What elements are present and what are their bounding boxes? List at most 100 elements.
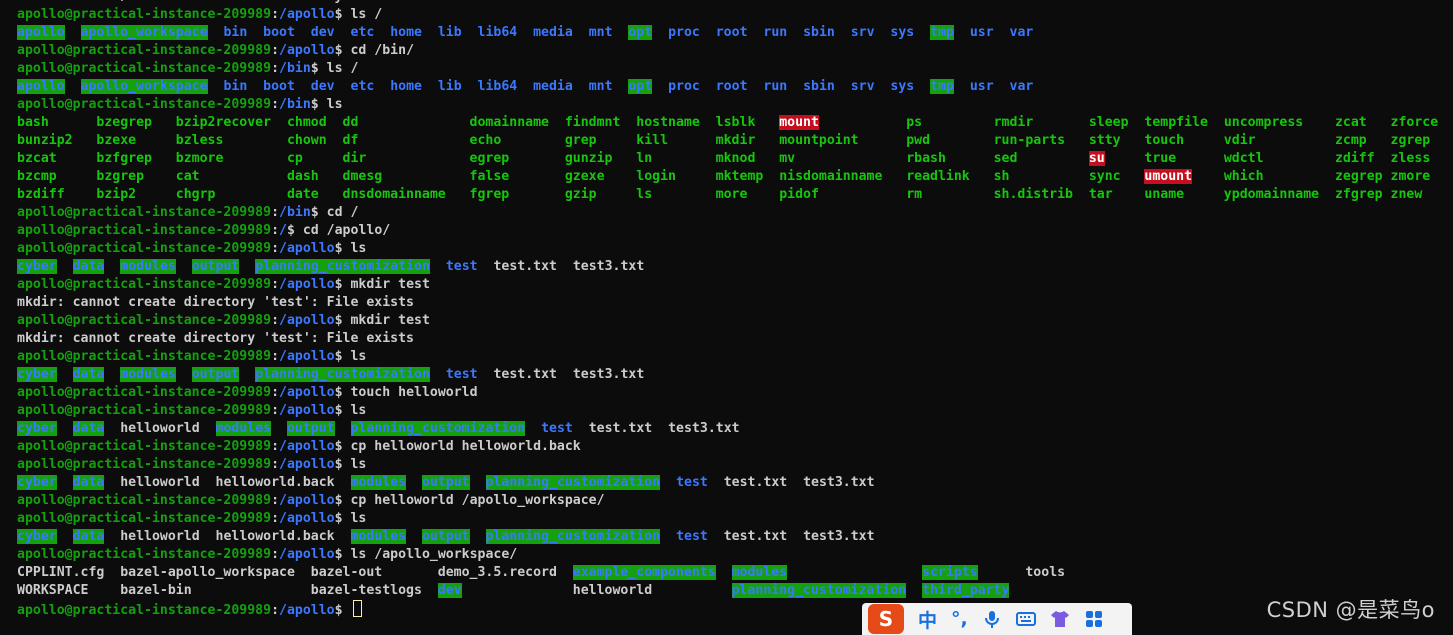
terminal-segment: /apollo [279,457,335,472]
terminal-segment: /bin [279,205,311,220]
terminal-segment: bunzip2 bzexe bzless chown df echo grep … [17,133,1431,148]
terminal-segment [57,421,73,436]
terminal-segment: output [191,259,240,274]
terminal-segment: / [279,223,287,238]
terminal-segment: : [271,223,280,238]
terminal-segment [65,79,81,94]
terminal-segment [104,259,120,274]
terminal-segment: : [271,61,280,76]
terminal-segment: /apollo [279,277,335,292]
terminal-line: apollo@practical-instance-209989:/bin$ l… [17,60,1438,78]
terminal-segment: apollo@practical-instance-209989 [17,205,272,220]
terminal-segment: mount [779,115,819,130]
terminal-cursor [352,600,362,617]
terminal-line: bunzip2 bzexe bzless chown df echo grep … [17,132,1438,150]
terminal-segment: output [421,529,470,544]
terminal-line: apollo@practical-instance-209989:/apollo… [17,492,1438,510]
terminal-segment: data [72,367,105,382]
terminal-line: cyber data helloworld modules output pla… [17,420,1438,438]
terminal-segment: $ cp helloworld helloworld.back [334,439,581,454]
terminal-segment: test.txt test3.txt [477,367,645,382]
terminal-line: bzcmp bzgrep cat dash dmesg false gzexe … [17,168,1438,186]
microphone-icon[interactable] [982,609,1002,629]
terminal-segment: /apollo [279,403,335,418]
terminal-segment [57,475,73,490]
terminal-segment [406,529,422,544]
terminal-segment: $ touch helloworld [334,385,478,400]
terminal-segment [470,475,486,490]
terminal-segment: third_party [922,583,1010,598]
terminal-line: apollo@practical-instance-209989:/apollo… [17,510,1438,528]
terminal-segment: apollo@practical-instance-209989 [17,43,272,58]
terminal-segment: : [271,439,280,454]
terminal-segment: modules [120,367,176,382]
terminal-segment: helloworld helloworld.back [104,529,351,544]
terminal-segment: test [445,259,478,274]
ime-punct-toggle[interactable]: °, [951,608,968,630]
terminal-segment: /apollo [279,313,335,328]
terminal-segment: $ ls / [334,7,383,22]
terminal-segment: modules [350,529,407,544]
terminal-segment: $ cd / [310,205,359,220]
terminal-line: apollo@practical-instance-209989:/apollo… [17,276,1438,294]
terminal-segment: umount [1144,169,1193,184]
terminal-segment: : [271,349,280,364]
terminal-segment: tools [977,565,1066,580]
terminal-segment: apollo@practical-instance-209989 [17,349,272,364]
terminal-segment: output [421,475,470,490]
terminal-segment: /apollo [279,493,335,508]
terminal-segment: cyber [17,529,57,544]
terminal-segment: $ cp helloworld /apollo_workspace/ [334,493,605,508]
terminal-segment: $ ls [334,349,367,364]
terminal-segment [239,259,255,274]
terminal-line: apollo@practical-instance-209989:/apollo… [17,6,1438,24]
terminal-segment: apollo@practical-instance-209989 [17,277,272,292]
terminal-segment: $ ls /apollo_workspace/ [334,547,518,562]
terminal-segment [57,259,73,274]
terminal-segment: /bin [279,97,311,112]
terminal-segment: $ mkdir test [334,277,430,292]
terminal-line: apollo apollo_workspace bin boot dev etc… [17,24,1438,42]
terminal-segment: WORKSPACE bazel-bin bazel-testlogs [17,583,438,598]
terminal-segment: which zegrep zmore [1192,169,1431,184]
terminal-output[interactable]: bash: cd: bin/: No such file or director… [17,0,1438,618]
terminal-segment: test.txt test3.txt [572,421,740,436]
terminal-segment: usr var [969,79,1034,94]
terminal-segment: bin boot dev etc home lib lib64 media mn… [223,25,629,40]
terminal-segment: : [271,241,280,256]
terminal-line: cyber data modules output planning_custo… [17,366,1438,384]
grid-icon[interactable] [1084,609,1104,629]
terminal-segment: apollo@practical-instance-209989 [17,61,272,76]
terminal-segment [660,475,676,490]
ime-toolbar[interactable]: S 中 °, [862,603,1132,635]
terminal-line: apollo@practical-instance-209989:/apollo… [17,240,1438,258]
terminal-segment [660,529,676,544]
terminal-segment: planning_customization [255,259,430,274]
terminal-segment: apollo@practical-instance-209989 [17,511,272,526]
shirt-icon[interactable] [1050,609,1070,629]
terminal-segment: proc root run sbin srv sys [668,25,931,40]
keyboard-icon[interactable] [1015,609,1036,629]
terminal-segment: tmp [930,25,954,40]
terminal-segment: apollo@practical-instance-209989 [17,457,272,472]
terminal-line: bash bzegrep bzip2recover chmod dd domai… [17,114,1438,132]
terminal-segment: /apollo [279,43,335,58]
terminal-segment: : [271,547,280,562]
terminal-segment: planning_customization [485,475,661,490]
terminal-segment: /bin [279,61,311,76]
terminal-segment: data [72,529,105,544]
terminal-segment: output [191,367,240,382]
terminal-segment: apollo_workspace [80,79,208,94]
terminal-segment: output [286,421,335,436]
terminal-segment: data [72,259,105,274]
terminal-line: mkdir: cannot create directory 'test': F… [17,330,1438,348]
terminal-segment [430,259,446,274]
terminal-segment: helloworld helloworld.back [104,475,351,490]
sogou-logo-icon[interactable]: S [868,604,904,634]
terminal-segment: bzcat bzfgrep bzmore cp dir egrep gunzip… [17,151,1089,166]
terminal-line: apollo@practical-instance-209989:/apollo… [17,42,1438,60]
ime-lang-toggle[interactable]: 中 [918,606,937,633]
terminal-segment [652,25,668,40]
terminal-segment: apollo@practical-instance-209989 [17,493,272,508]
terminal-segment: test.txt test3.txt [477,259,645,274]
